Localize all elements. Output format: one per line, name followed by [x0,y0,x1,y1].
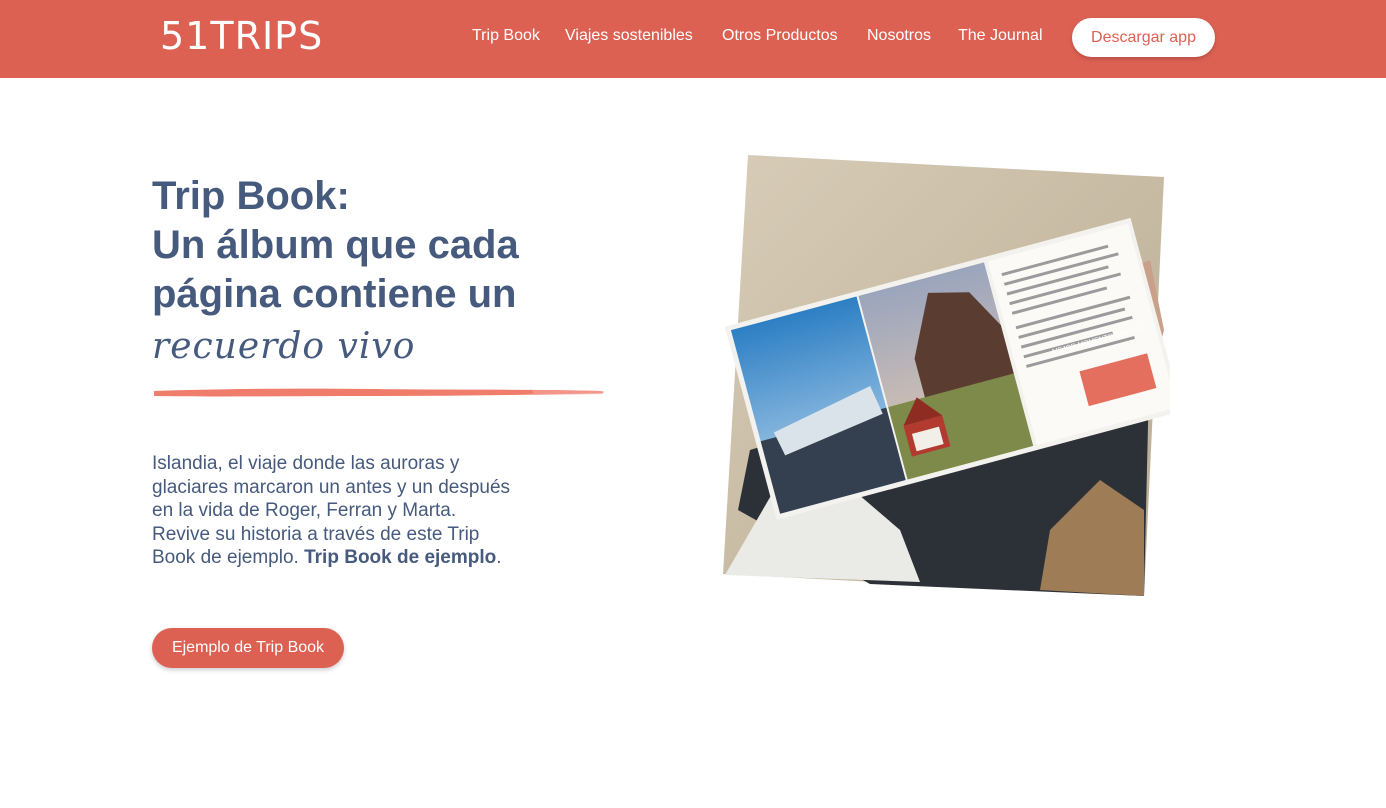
nav-link-nosotros[interactable]: Nosotros [867,26,931,46]
trip-book-photo: MEJOR MOMENTO DEL VIA [723,155,1170,596]
hero-title-line-1: Trip Book: [152,174,350,218]
top-navbar: 51TRIPS Trip Book Viajes sostenibles Otr… [0,0,1386,78]
nav-link-the-journal[interactable]: The Journal [958,26,1043,46]
logo[interactable]: 51TRIPS [160,14,323,58]
hero-description-bold: Trip Book de ejemplo [304,547,497,568]
nav-link-viajes-sostenibles[interactable]: Viajes sostenibles [565,26,693,46]
hero-description: Islandia, el viaje donde las auroras y g… [152,452,517,570]
brush-stroke-divider [154,388,604,397]
hero-title-line-2: Un álbum que cada [152,223,519,267]
nav-link-trip-book[interactable]: Trip Book [472,26,540,46]
example-trip-book-button[interactable]: Ejemplo de Trip Book [152,628,344,668]
nav-link-otros-productos[interactable]: Otros Productos [722,26,838,46]
hero-title-line-3: página contiene un [152,272,517,316]
hero-title: Trip Book: Un álbum que cada página cont… [152,172,592,319]
hero-description-end: . [496,547,502,568]
download-app-button[interactable]: Descargar app [1072,18,1215,57]
hero-title-script: recuerdo vivo [152,326,416,367]
